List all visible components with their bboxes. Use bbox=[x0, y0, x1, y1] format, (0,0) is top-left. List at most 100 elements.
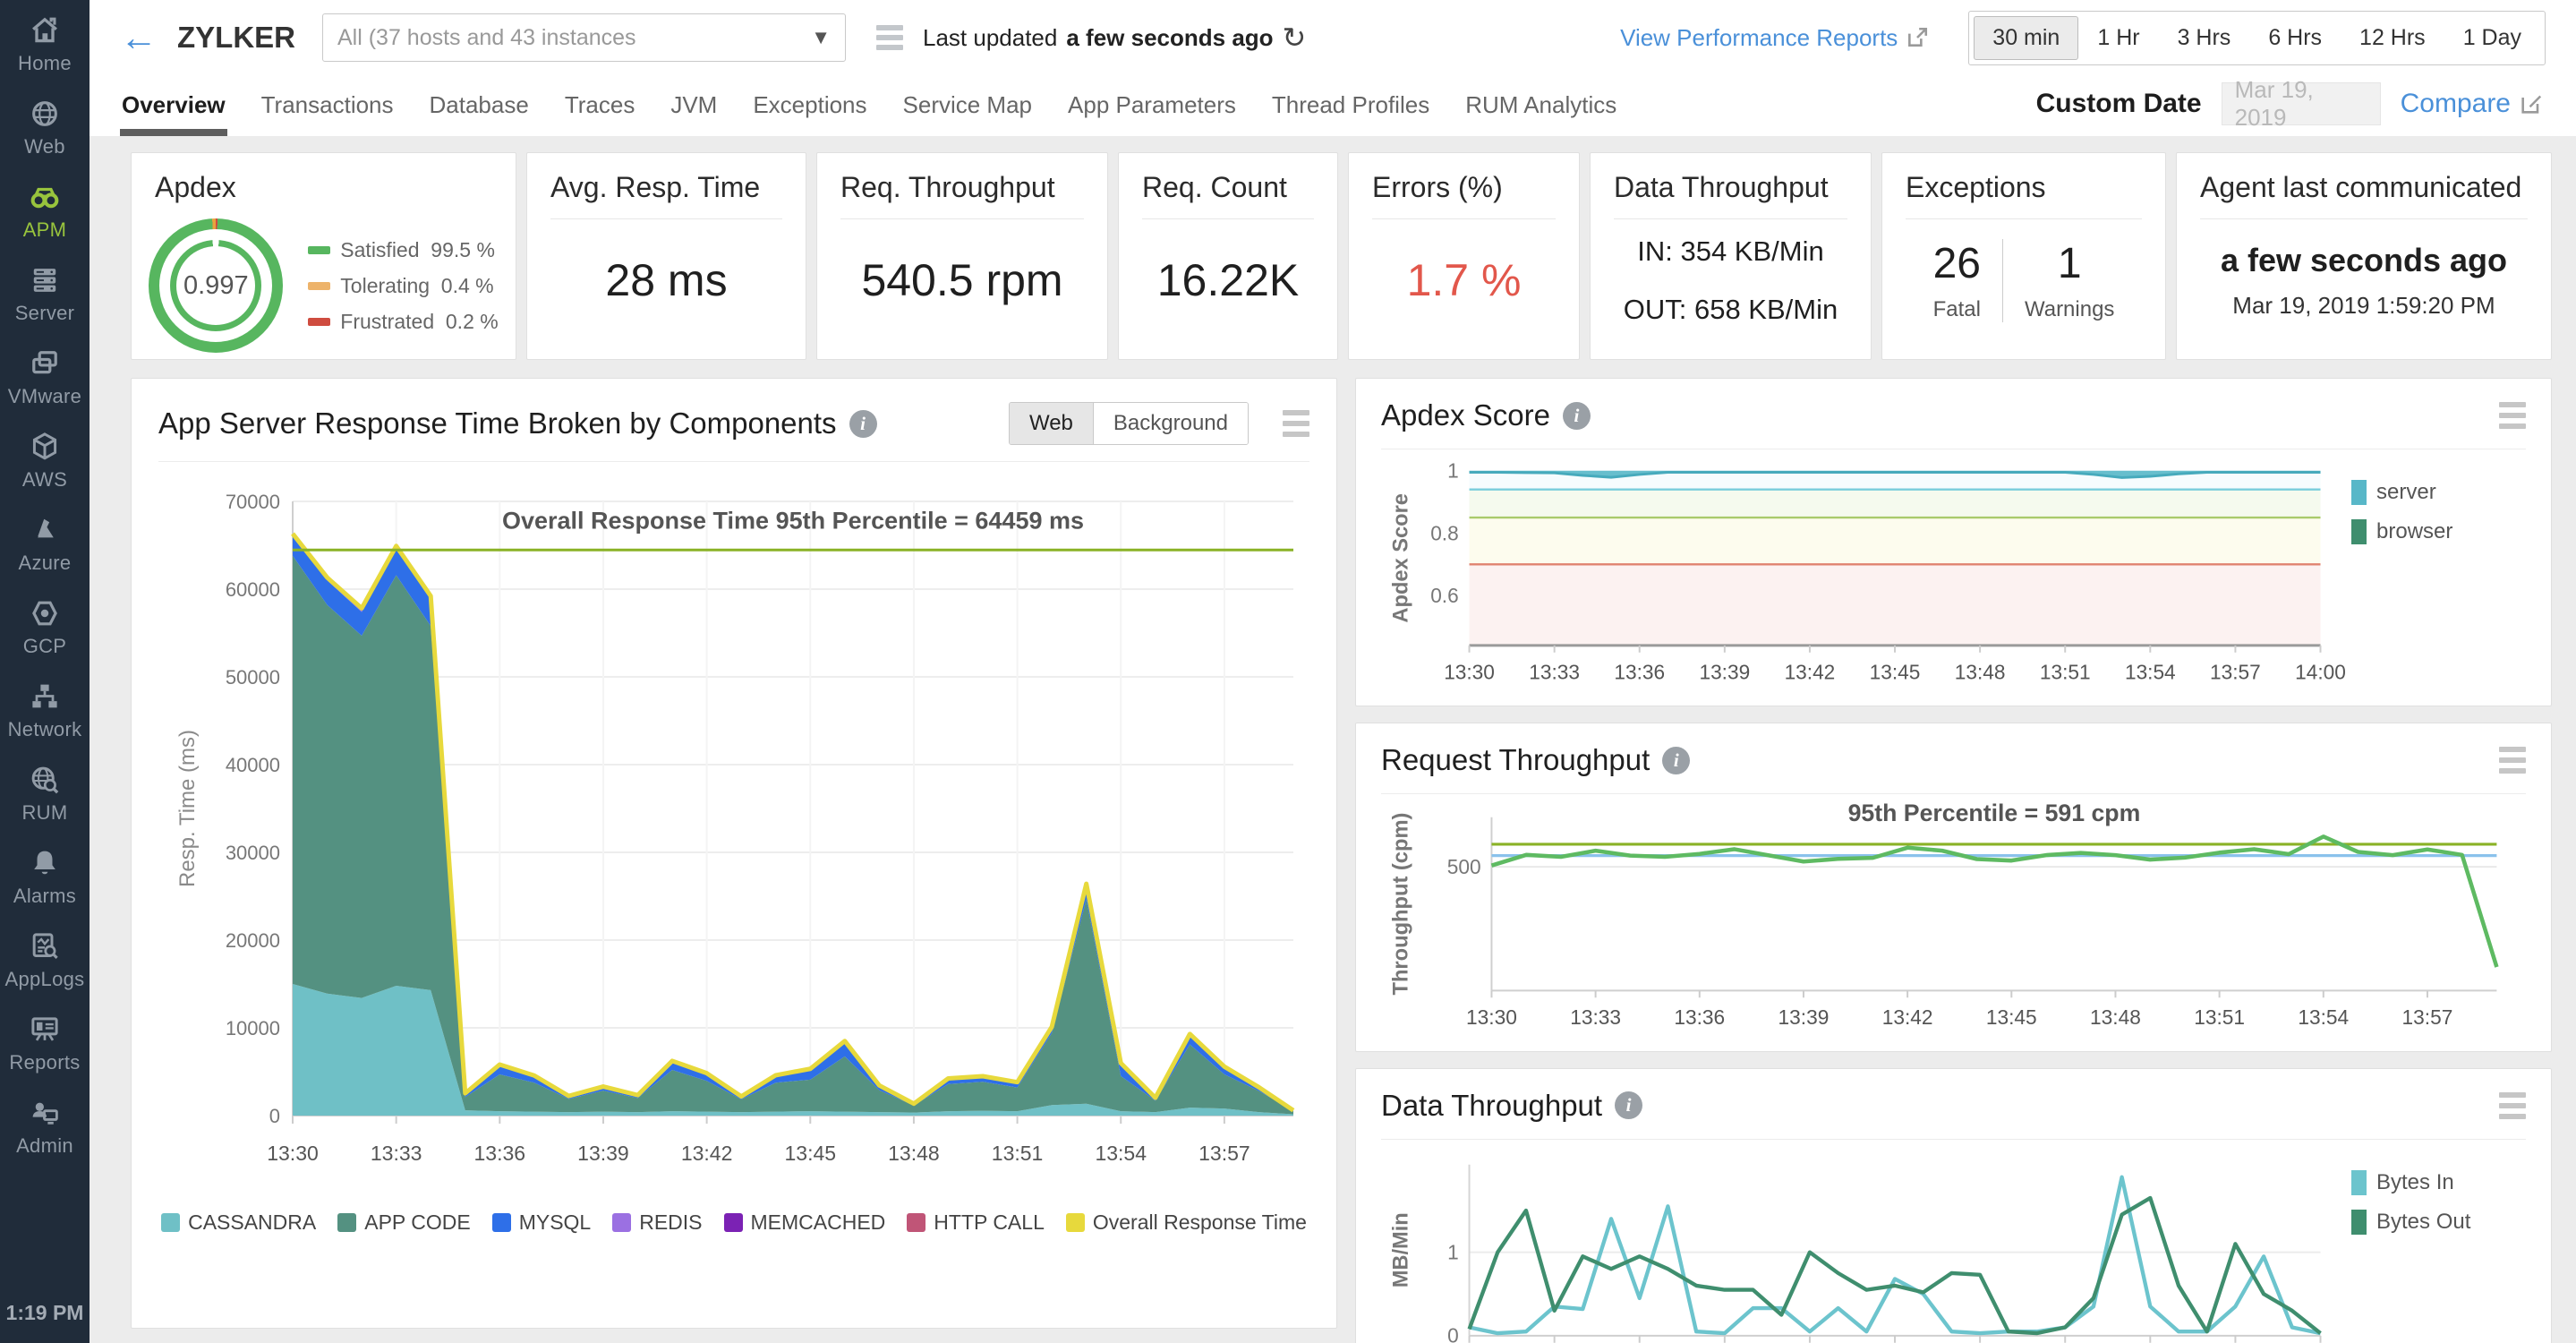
sidebar-item-azure[interactable]: Azure bbox=[19, 514, 72, 575]
svg-text:13:30: 13:30 bbox=[1466, 1005, 1517, 1029]
kpi-value: 16.22K bbox=[1157, 254, 1299, 306]
info-icon[interactable]: i bbox=[1563, 402, 1591, 430]
sidebar-item-alarms[interactable]: Alarms bbox=[13, 847, 76, 908]
legend-item-memcached[interactable]: MEMCACHED bbox=[724, 1210, 886, 1235]
info-icon[interactable]: i bbox=[849, 410, 877, 438]
info-icon[interactable]: i bbox=[1615, 1091, 1642, 1119]
time-range-6-hrs[interactable]: 6 Hrs bbox=[2249, 16, 2341, 60]
legend-item-cassandra[interactable]: CASSANDRA bbox=[161, 1210, 316, 1235]
web-background-toggle: Web Background bbox=[1009, 402, 1249, 445]
svg-text:13:54: 13:54 bbox=[2125, 660, 2176, 683]
apdex-gauge: 0.997 bbox=[149, 218, 283, 353]
legend-item-overall-response-time[interactable]: Overall Response Time bbox=[1066, 1210, 1307, 1235]
components-stacked-area-chart: 01000020000300004000050000600007000013:3… bbox=[158, 469, 1311, 1207]
data-throughput-card: Data Throughput i 0113:..13:3313:3613:39… bbox=[1355, 1068, 2552, 1343]
sidebar-item-applogs[interactable]: AppLogs bbox=[5, 930, 85, 991]
kpi-value-errors: 1.7 % bbox=[1407, 254, 1522, 306]
time-range-12-hrs[interactable]: 12 Hrs bbox=[2341, 16, 2444, 60]
legend-item-app-code[interactable]: APP CODE bbox=[337, 1210, 470, 1235]
admin-icon bbox=[29, 1097, 61, 1129]
tab-thread-profiles[interactable]: Thread Profiles bbox=[1272, 91, 1429, 136]
tab-traces[interactable]: Traces bbox=[565, 91, 635, 136]
refresh-icon[interactable]: ↻ bbox=[1283, 21, 1307, 55]
legend-item-bytes-out[interactable]: Bytes Out bbox=[2351, 1210, 2526, 1235]
chart-menu-icon[interactable] bbox=[2499, 1092, 2526, 1119]
info-icon[interactable]: i bbox=[1662, 747, 1690, 774]
sidebar-item-web[interactable]: Web bbox=[24, 98, 65, 158]
time-range-1-hr[interactable]: 1 Hr bbox=[2078, 16, 2158, 60]
tab-jvm[interactable]: JVM bbox=[670, 91, 717, 136]
kpi-title: Req. Throughput bbox=[840, 171, 1084, 204]
warnings-label: Warnings bbox=[2025, 297, 2114, 322]
sidebar-item-admin[interactable]: Admin bbox=[16, 1097, 73, 1158]
kpi-value: 28 ms bbox=[605, 254, 727, 306]
chart-menu-icon[interactable] bbox=[1283, 410, 1309, 437]
apdex-score-chart: 10.80.613:3013:3313:3613:3913:4213:4513:… bbox=[1381, 457, 2351, 686]
compare-link[interactable]: Compare bbox=[2401, 89, 2544, 119]
tab-database[interactable]: Database bbox=[430, 91, 529, 136]
sidebar-item-home[interactable]: Home bbox=[18, 14, 72, 75]
back-arrow-icon[interactable]: ← bbox=[120, 21, 158, 55]
tab-transactions[interactable]: Transactions bbox=[261, 91, 394, 136]
legend-item-mysql[interactable]: MYSQL bbox=[492, 1210, 592, 1235]
tab-app-parameters[interactable]: App Parameters bbox=[1068, 91, 1236, 136]
legend-item-redis[interactable]: REDIS bbox=[612, 1210, 702, 1235]
apdex-legend-row: Tolerating 0.4 % bbox=[308, 274, 498, 298]
sidebar-item-rum[interactable]: RUM bbox=[21, 764, 67, 825]
sidebar-item-server[interactable]: Server bbox=[15, 264, 75, 325]
view-performance-reports-link[interactable]: View Performance Reports bbox=[1620, 24, 1929, 52]
legend-item-bytes-in[interactable]: Bytes In bbox=[2351, 1170, 2526, 1195]
sidebar-item-vmware[interactable]: VMware bbox=[8, 347, 82, 408]
sidebar-item-apm[interactable]: APM bbox=[23, 181, 67, 242]
kpi-title: Errors (%) bbox=[1372, 171, 1556, 204]
time-range-30-min[interactable]: 30 min bbox=[1974, 16, 2078, 60]
tab-exceptions[interactable]: Exceptions bbox=[753, 91, 866, 136]
time-range-3-hrs[interactable]: 3 Hrs bbox=[2159, 16, 2250, 60]
time-range-1-day[interactable]: 1 Day bbox=[2444, 16, 2540, 60]
svg-text:13:33: 13:33 bbox=[1529, 660, 1580, 683]
fatal-count[interactable]: 26 bbox=[1933, 239, 1981, 288]
kpi-row: Apdex 0.997 Satisfied 99.5 %Tolerating 0… bbox=[131, 152, 2552, 360]
sidebar-item-network[interactable]: Network bbox=[8, 680, 82, 741]
legend-item-server[interactable]: server bbox=[2351, 480, 2526, 505]
svg-text:13:51: 13:51 bbox=[2040, 660, 2091, 683]
sidebar-item-label: Admin bbox=[16, 1134, 73, 1158]
svg-text:13:54: 13:54 bbox=[1095, 1142, 1147, 1165]
svg-text:13:57: 13:57 bbox=[1198, 1142, 1250, 1165]
sidebar-clock: 1:19 PM bbox=[6, 1301, 84, 1325]
warnings-count[interactable]: 1 bbox=[2025, 239, 2114, 288]
chart-menu-icon[interactable] bbox=[2499, 402, 2526, 429]
legend-item-browser[interactable]: browser bbox=[2351, 519, 2526, 544]
toggle-web[interactable]: Web bbox=[1010, 403, 1094, 444]
kpi-card-avg-resp-time: Avg. Resp. Time 28 ms bbox=[526, 152, 806, 360]
custom-date-input[interactable]: Mar 19, 2019 bbox=[2222, 82, 2381, 125]
sidebar-item-label: AppLogs bbox=[5, 968, 85, 991]
svg-text:1: 1 bbox=[1447, 459, 1459, 483]
data-out-value: OUT: 658 KB/Min bbox=[1624, 280, 1838, 338]
chart-menu-icon[interactable] bbox=[2499, 747, 2526, 774]
kpi-card-req-count: Req. Count 16.22K bbox=[1118, 152, 1338, 360]
sidebar-item-gcp[interactable]: GCP bbox=[23, 597, 67, 658]
sidebar-item-aws[interactable]: AWS bbox=[22, 431, 67, 492]
list-menu-icon[interactable] bbox=[876, 25, 903, 50]
sidebar-item-label: Azure bbox=[19, 552, 72, 575]
sidebar-item-label: Alarms bbox=[13, 885, 76, 908]
svg-text:13:39: 13:39 bbox=[1699, 660, 1750, 683]
tab-overview[interactable]: Overview bbox=[122, 91, 226, 136]
sidebar-item-reports[interactable]: Reports bbox=[9, 1014, 80, 1074]
web-icon bbox=[29, 98, 61, 130]
svg-text:0: 0 bbox=[1447, 1324, 1459, 1343]
host-filter-dropdown[interactable]: All (37 hosts and 43 instances ▼ bbox=[322, 13, 846, 62]
chart-title: Apdex Score bbox=[1381, 398, 1550, 432]
toggle-background[interactable]: Background bbox=[1094, 403, 1248, 444]
svg-text:13:30: 13:30 bbox=[1444, 660, 1495, 683]
sidebar: Home Web APM Server VMware AWS Azure GCP Network… bbox=[0, 0, 90, 1343]
svg-text:10000: 10000 bbox=[226, 1017, 280, 1039]
tab-service-map[interactable]: Service Map bbox=[903, 91, 1033, 136]
tab-rum-analytics[interactable]: RUM Analytics bbox=[1465, 91, 1616, 136]
chart-title: Request Throughput bbox=[1381, 743, 1650, 777]
data-throughput-legend: Bytes In Bytes Out bbox=[2351, 1147, 2526, 1343]
header: ← ZYLKER All (37 hosts and 43 instances … bbox=[90, 0, 2576, 136]
svg-text:13:54: 13:54 bbox=[2298, 1005, 2349, 1029]
legend-item-http-call[interactable]: HTTP CALL bbox=[907, 1210, 1045, 1235]
